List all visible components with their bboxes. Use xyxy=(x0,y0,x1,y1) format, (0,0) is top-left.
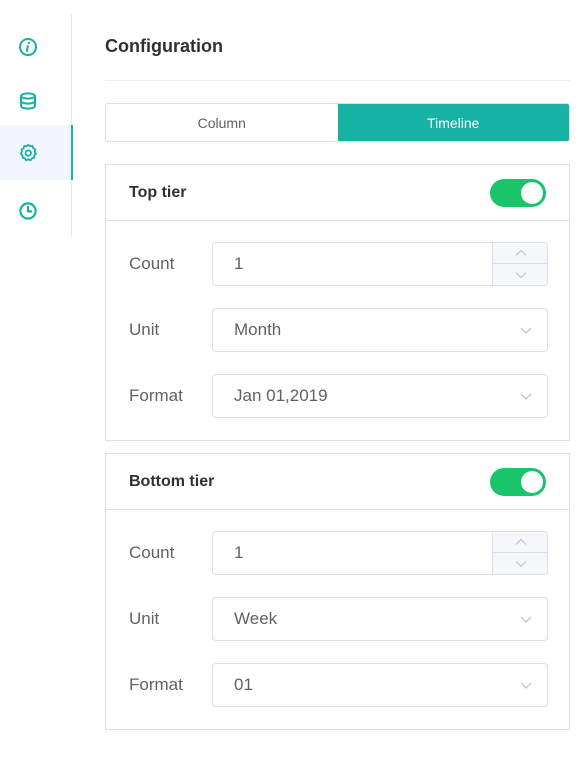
top-tier-toggle[interactable] xyxy=(490,178,546,207)
count-stepper xyxy=(492,243,548,285)
toggle-knob xyxy=(521,181,543,204)
bottom-tier-count-input[interactable]: 1 xyxy=(212,531,548,575)
chevron-down-icon xyxy=(520,393,532,400)
toggle-knob xyxy=(521,470,543,493)
bottom-tier-toggle[interactable] xyxy=(490,467,546,496)
chevron-down-icon xyxy=(520,616,532,623)
sidebar-item-data[interactable] xyxy=(0,73,72,128)
unit-value: Month xyxy=(234,320,282,339)
count-label: Count xyxy=(129,254,175,273)
unit-label: Unit xyxy=(129,609,160,628)
top-tier-unit-select[interactable]: Month xyxy=(212,308,548,352)
top-tier-format-row: Format Jan 01,2019 xyxy=(106,374,571,418)
view-tabs: Column Timeline xyxy=(105,103,570,142)
info-icon xyxy=(19,37,37,56)
bottom-tier-header: Bottom tier xyxy=(106,454,569,510)
unit-label: Unit xyxy=(129,320,160,339)
bottom-tier-format-select[interactable]: 01 xyxy=(212,663,548,707)
title-divider xyxy=(105,80,570,81)
sidebar-item-history[interactable] xyxy=(0,183,72,238)
bottom-tier-format-row: Format 01 xyxy=(106,663,571,707)
sidebar-item-info[interactable] xyxy=(0,19,72,74)
chevron-up-icon xyxy=(515,249,526,256)
top-tier-header: Top tier xyxy=(106,165,569,221)
bottom-tier-card: Bottom tier Count 1 Unit Week Format 01 xyxy=(105,453,570,730)
top-tier-count-row: Count 1 xyxy=(106,242,571,286)
chevron-up-icon xyxy=(515,538,526,545)
format-label: Format xyxy=(129,386,183,405)
chevron-down-icon xyxy=(515,560,526,567)
format-value: Jan 01,2019 xyxy=(234,386,328,405)
top-tier-format-select[interactable]: Jan 01,2019 xyxy=(212,374,548,418)
sidebar-item-settings[interactable] xyxy=(0,125,73,180)
clock-icon xyxy=(19,201,37,220)
database-icon xyxy=(20,91,36,110)
count-stepper xyxy=(492,532,548,574)
bottom-tier-title: Bottom tier xyxy=(129,472,215,490)
settings-gear-icon xyxy=(19,143,37,161)
format-label: Format xyxy=(129,675,183,694)
top-tier-card: Top tier Count 1 Unit Month Format Jan 0… xyxy=(105,164,570,441)
page-title: Configuration xyxy=(105,36,223,56)
chevron-down-icon xyxy=(515,271,526,278)
bottom-tier-count-row: Count 1 xyxy=(106,531,571,575)
tab-timeline[interactable]: Timeline xyxy=(337,104,569,141)
unit-value: Week xyxy=(234,609,278,628)
decrement-button[interactable] xyxy=(493,264,548,285)
top-tier-count-input[interactable]: 1 xyxy=(212,242,548,286)
top-tier-unit-row: Unit Month xyxy=(106,308,571,352)
top-tier-title: Top tier xyxy=(129,183,187,201)
chevron-down-icon xyxy=(520,682,532,689)
count-label: Count xyxy=(129,543,175,562)
bottom-tier-unit-row: Unit Week xyxy=(106,597,571,641)
tab-column[interactable]: Column xyxy=(106,104,338,141)
chevron-down-icon xyxy=(520,327,532,334)
increment-button[interactable] xyxy=(493,243,548,264)
format-value: 01 xyxy=(234,675,253,694)
bottom-tier-unit-select[interactable]: Week xyxy=(212,597,548,641)
sidebar-rail xyxy=(0,14,73,238)
increment-button[interactable] xyxy=(493,532,548,553)
decrement-button[interactable] xyxy=(493,553,548,574)
